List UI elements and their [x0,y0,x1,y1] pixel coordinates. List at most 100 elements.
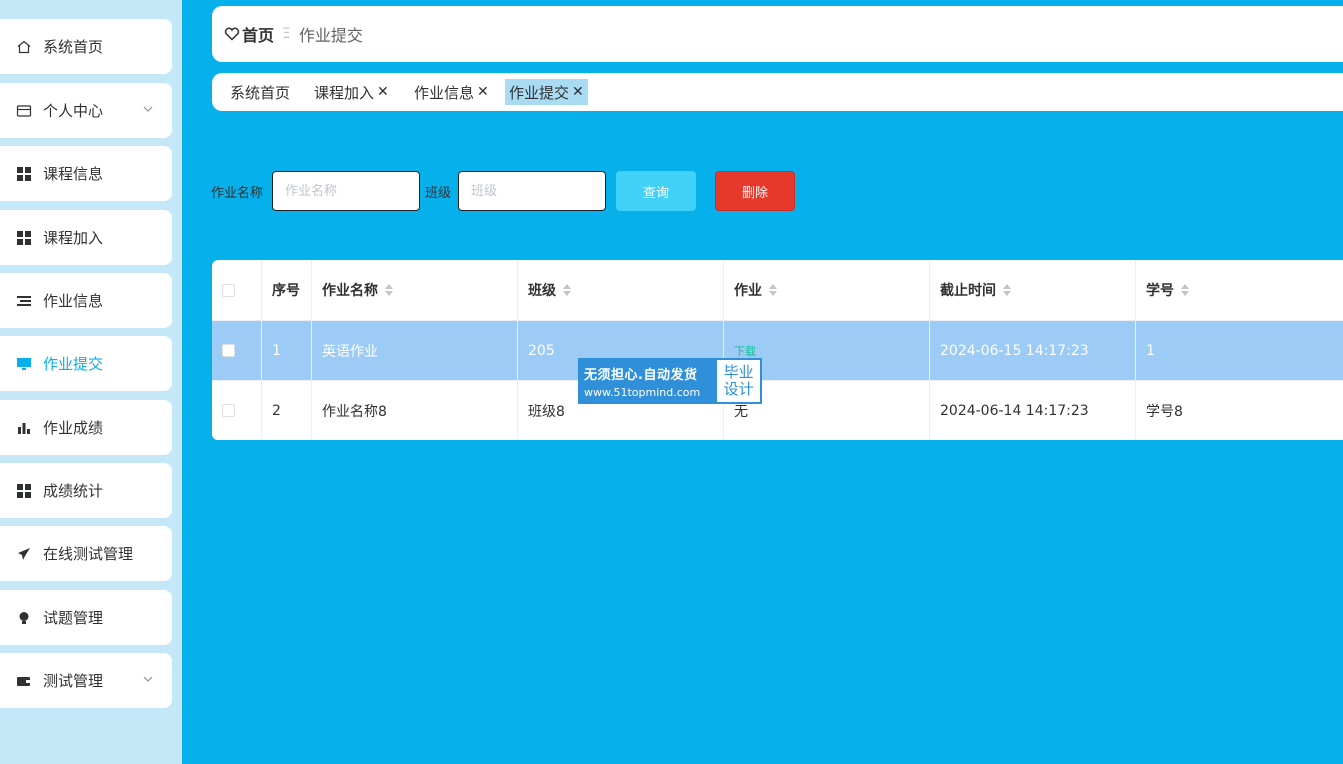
sidebar-item-question-manage[interactable]: 试题管理 [0,590,172,645]
query-button[interactable]: 查询 [616,171,696,211]
monitor-icon [15,355,33,373]
column-header-deadline[interactable]: 截止时间 [930,260,1136,320]
row-checkbox[interactable] [222,404,235,417]
column-header-homework[interactable]: 作业 [724,260,930,320]
tag-label: 作业信息 [414,83,475,102]
sidebar-item-label: 试题管理 [43,609,104,627]
cell-deadline: 2024-06-14 14:17:23 [930,380,1136,440]
sidebar-item-label: 在线测试管理 [43,545,134,563]
watermark-badge-line2: 设计 [723,380,754,398]
sidebar-item-personal-center[interactable]: 个人中心 [0,83,172,138]
sidebar-item-test-manage[interactable]: 测试管理 [0,653,172,708]
tag-home[interactable]: 系统首页 [226,79,294,105]
chevron-down-icon [142,670,154,682]
homework-name-label: 作业名称 [211,186,264,201]
sort-icon[interactable] [1181,284,1189,296]
close-icon[interactable]: ✕ [477,84,489,100]
column-header-name[interactable]: 作业名称 [312,260,518,320]
list-icon [15,292,33,310]
cell-index: 2 [262,380,312,440]
sidebar-item-label: 作业信息 [43,292,104,310]
watermark-line1: 无须担心.自动发货 [584,367,698,383]
watermark-badge: 无须担心.自动发货 www.51topmind.com 毕业 设计 [578,358,762,404]
delete-button[interactable]: 删除 [715,171,795,211]
row-select-cell [212,380,262,440]
sidebar-item-label: 系统首页 [43,38,104,56]
breadcrumb-home[interactable]: 首页 [224,22,274,46]
sidebar-item-label: 课程加入 [43,229,104,247]
column-header-student-no[interactable]: 学号 [1136,260,1343,320]
tag-label: 课程加入 [314,83,375,102]
chevron-down-icon [142,100,154,112]
sidebar-item-homework-info[interactable]: 作业信息 [0,273,172,328]
tag-homework-info[interactable]: 作业信息 ✕ [410,79,493,105]
download-link[interactable]: 下载 [734,343,756,359]
column-header-label: 截止时间 [940,283,996,299]
sidebar-item-course-info[interactable]: 课程信息 [0,146,172,201]
class-input[interactable] [458,171,606,211]
sort-icon[interactable] [1003,284,1011,296]
sidebar-item-homework-score[interactable]: 作业成绩 [0,400,172,455]
sort-icon[interactable] [563,284,571,296]
column-header-label: 学号 [1146,283,1174,299]
cell-student-no: 学号8 [1136,380,1343,440]
cell-deadline: 2024-06-15 14:17:23 [930,320,1136,380]
row-select-cell [212,320,262,380]
grid-icon [15,229,33,247]
home-icon [15,38,33,56]
send-icon [15,545,33,563]
cell-name: 英语作业 [312,320,518,380]
watermark-badge-line1: 毕业 [723,363,754,381]
tags-bar: 系统首页 课程加入 ✕ 作业信息 ✕ 作业提交 ✕ [212,73,1343,111]
close-icon[interactable]: ✕ [572,84,584,100]
table-row[interactable]: 2 作业名称8 班级8 无 2024-06-14 14:17:23 学号8 [212,380,1343,440]
breadcrumb: 首页 Ξ 作业提交 [212,6,1343,62]
tag-label: 作业提交 [509,83,570,102]
sidebar-item-course-join[interactable]: 课程加入 [0,210,172,265]
sidebar-item-home[interactable]: 系统首页 [0,19,172,74]
column-header-label: 作业 [734,283,762,299]
tag-label: 系统首页 [230,83,291,102]
wallet-icon [15,102,33,120]
watermark-text: 无须担心.自动发货 www.51topmind.com [579,359,716,403]
table-header-row: 序号 作业名称 班级 作业 截止时间 学号 [212,260,1343,320]
bar-chart-icon [15,419,33,437]
breadcrumb-current: 作业提交 [298,26,363,45]
heart-icon [224,27,240,41]
watermark-stamp: 毕业 设计 [716,359,761,403]
homework-table: 序号 作业名称 班级 作业 截止时间 学号 1 英语作业 205 下载 2024… [212,260,1343,440]
tag-course-join[interactable]: 课程加入 ✕ [310,79,393,105]
column-header-label: 作业名称 [322,283,378,299]
close-icon[interactable]: ✕ [377,84,389,100]
homework-name-input[interactable] [272,171,420,211]
select-all-cell [212,260,262,320]
cell-name: 作业名称8 [312,380,518,440]
tag-homework-submit[interactable]: 作业提交 ✕ [505,79,588,105]
sidebar-item-label: 课程信息 [43,165,104,183]
sidebar-item-homework-submit[interactable]: 作业提交 [0,336,172,391]
sort-icon[interactable] [385,284,393,296]
sidebar-item-online-test[interactable]: 在线测试管理 [0,526,172,581]
column-header-label: 序号 [272,283,300,299]
sort-icon[interactable] [769,284,777,296]
column-header-label: 班级 [528,283,556,299]
breadcrumb-separator: Ξ [282,26,291,42]
watermark-line2: www.51topmind.com [584,385,701,399]
class-label: 班级 [425,186,452,201]
sidebar-item-label: 作业提交 [43,355,104,373]
row-checkbox[interactable] [222,344,235,357]
breadcrumb-home-label: 首页 [242,26,275,45]
table-row[interactable]: 1 英语作业 205 下载 2024-06-15 14:17:23 1 [212,320,1343,380]
sidebar-item-label: 测试管理 [43,672,104,690]
sidebar-item-label: 作业成绩 [43,419,104,437]
cell-student-no: 1 [1136,320,1343,380]
wallet-filled-icon [15,672,33,690]
sidebar-item-score-stats[interactable]: 成绩统计 [0,463,172,518]
sidebar: 系统首页 个人中心 课程信息 课程加入 作业信息 作业提交 作业成绩 成绩统计 … [0,0,182,764]
select-all-checkbox[interactable] [222,283,235,297]
column-header-class[interactable]: 班级 [518,260,724,320]
column-header-index: 序号 [262,260,312,320]
cell-index: 1 [262,320,312,380]
bulb-icon [15,609,33,627]
grid-icon [15,482,33,500]
